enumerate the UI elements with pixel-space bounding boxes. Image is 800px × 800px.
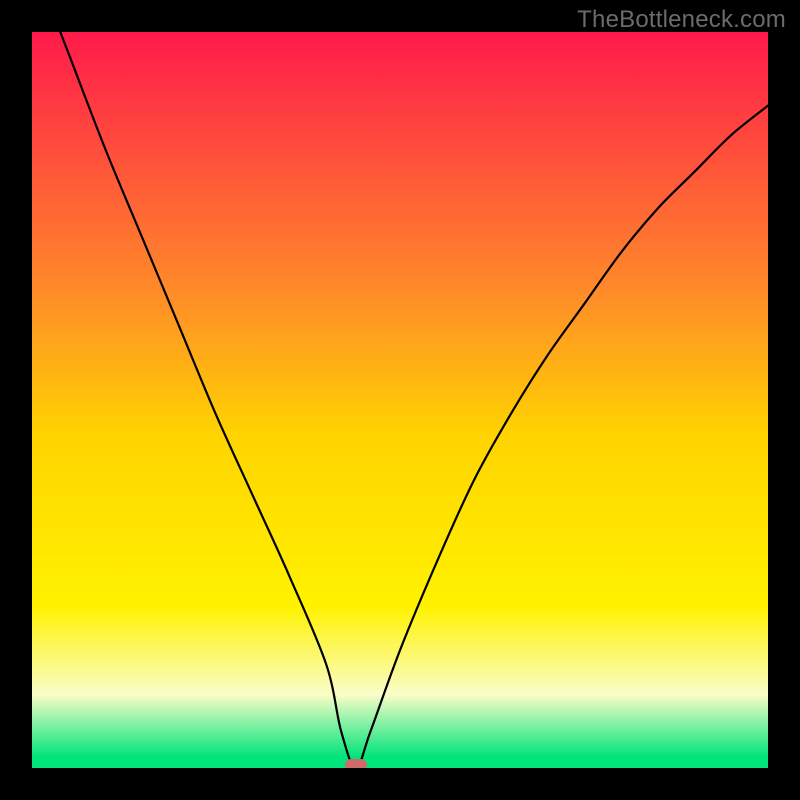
plot-area	[32, 32, 768, 768]
chart-frame: TheBottleneck.com	[0, 0, 800, 800]
optimum-marker	[345, 759, 367, 768]
curve-layer	[32, 32, 768, 768]
watermark-text: TheBottleneck.com	[577, 6, 786, 34]
bottleneck-curve	[32, 32, 768, 768]
